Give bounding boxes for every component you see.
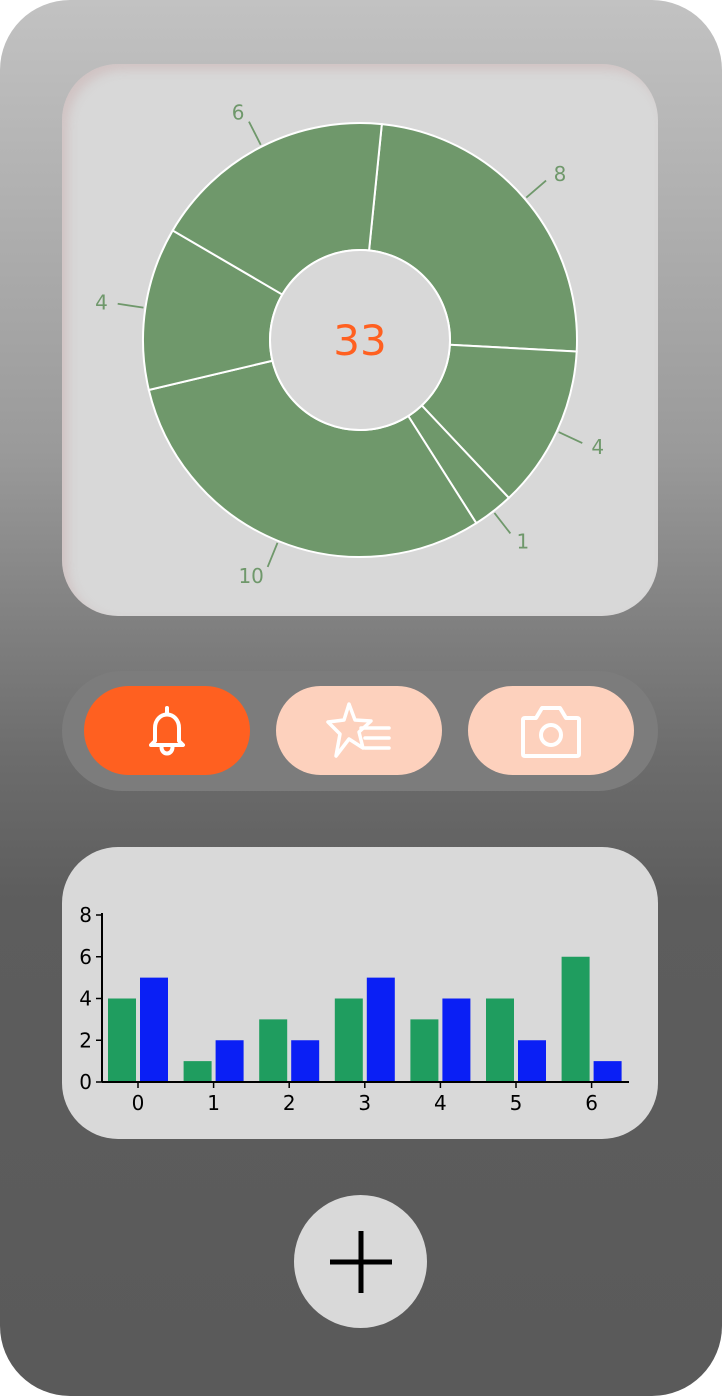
bar-s1-5: [518, 1040, 546, 1082]
donut-label-0: 8: [554, 162, 567, 186]
y-tick-label-2: 2: [79, 1028, 92, 1052]
bar-s0-2: [259, 1019, 288, 1082]
donut-chart: 8 4 1 10 4 6 33: [95, 101, 604, 589]
donut-label-4: 4: [95, 290, 108, 314]
donut-leader-4: [117, 302, 144, 309]
donut-label-5: 6: [232, 101, 245, 125]
camera-icon: [521, 705, 581, 758]
bar-s0-6: [561, 956, 590, 1082]
donut-label-2: 1: [517, 529, 530, 553]
x-tick-label-1: 1: [207, 1091, 220, 1115]
y-tick-label-6: 6: [79, 945, 92, 969]
bar-s1-1: [215, 1040, 244, 1082]
donut-leader-1: [558, 431, 583, 444]
donut-label-1: 4: [591, 435, 604, 459]
x-tick-label-6: 6: [585, 1091, 598, 1115]
action-bar: [62, 671, 658, 791]
y-tick-label-4: 4: [79, 987, 92, 1011]
notifications-button[interactable]: [84, 686, 250, 775]
bar-chart-card: 0 1 2 3 4 5 6 0 2 4 6 8: [62, 847, 658, 1139]
donut-leader-2: [493, 512, 512, 534]
phone-screen: 8 4 1 10 4 6 33 0 1 2 3 4 5 6 0 2 4 6 8: [0, 0, 722, 1396]
donut-leader-0: [525, 179, 547, 199]
donut-leader-5: [248, 121, 262, 146]
camera-button[interactable]: [468, 686, 634, 775]
x-tick-label-4: 4: [434, 1091, 447, 1115]
bar-s0-4: [410, 1019, 439, 1082]
bar-s1-4: [442, 998, 471, 1082]
bar-s1-0: [140, 977, 168, 1082]
x-tick-label-2: 2: [283, 1091, 296, 1115]
bar-s1-2: [291, 1040, 320, 1082]
bar-chart: 0 1 2 3 4 5 6 0 2 4 6 8: [79, 903, 629, 1115]
y-tick-label-8: 8: [79, 903, 92, 927]
bar-s1-3: [366, 977, 395, 1082]
donut-total-value: 33: [333, 316, 386, 365]
x-tick-label-0: 0: [132, 1091, 145, 1115]
bell-icon: [149, 705, 185, 756]
bar-s0-3: [334, 998, 363, 1082]
favorites-button[interactable]: [276, 686, 442, 775]
plus-icon: [329, 1230, 392, 1293]
bar-s1-6: [593, 1061, 622, 1082]
x-tick-label-3: 3: [358, 1091, 371, 1115]
bar-s0-5: [486, 998, 514, 1082]
star-list-icon: [326, 701, 391, 758]
bar-s0-1: [183, 1061, 212, 1082]
bar-s0-0: [108, 998, 136, 1082]
donut-label-3: 10: [238, 564, 263, 588]
donut-leader-3: [266, 542, 279, 568]
add-button[interactable]: [294, 1195, 427, 1328]
donut-chart-card: 8 4 1 10 4 6 33: [62, 64, 658, 616]
y-tick-label-0: 0: [79, 1070, 92, 1094]
x-tick-label-5: 5: [510, 1091, 523, 1115]
